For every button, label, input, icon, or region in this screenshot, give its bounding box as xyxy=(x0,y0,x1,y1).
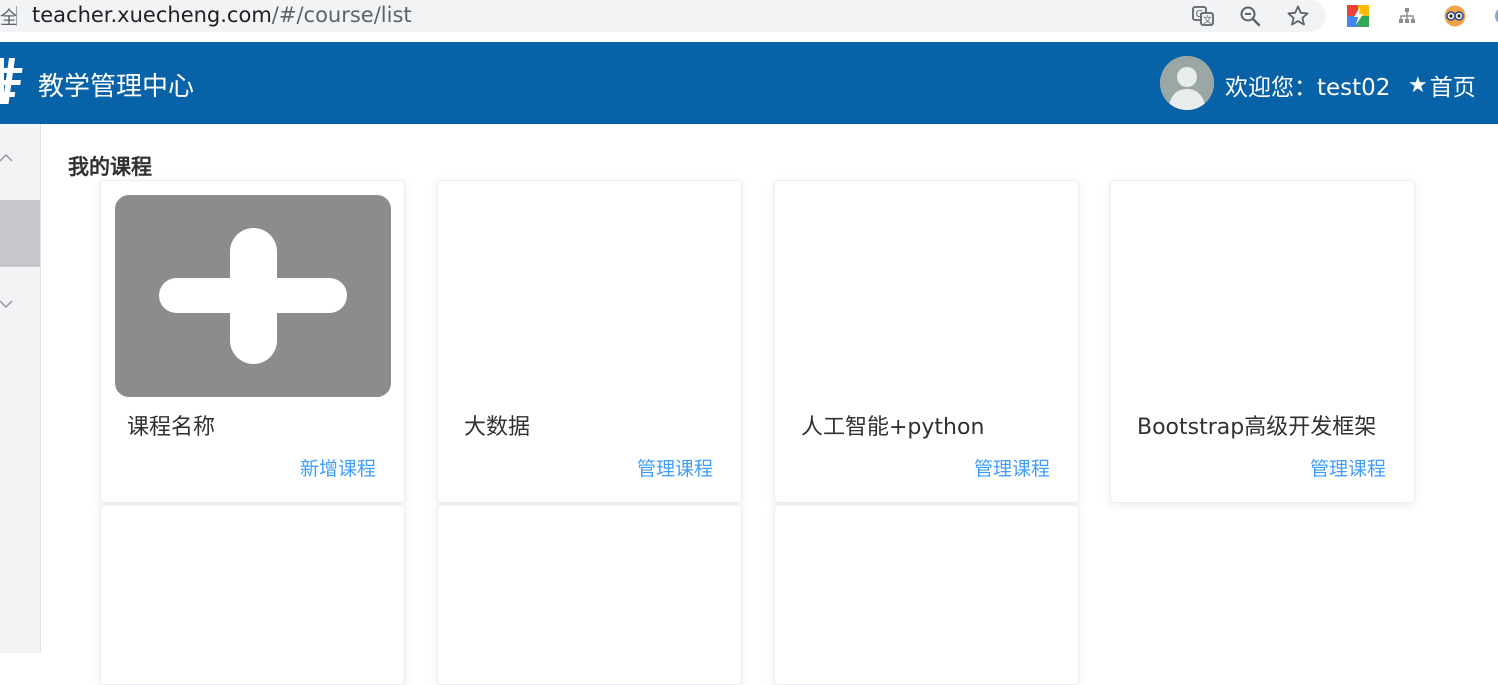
url-path: /#/course/list xyxy=(271,3,412,27)
translate-icon[interactable]: G文 xyxy=(1190,3,1216,29)
welcome-text: 欢迎您：test02 xyxy=(1225,75,1391,101)
logo-icon[interactable] xyxy=(0,58,28,104)
manage-course-link[interactable]: 管理课程 xyxy=(974,454,1050,481)
extension-colorful-icon[interactable] xyxy=(1345,3,1371,29)
profile-avatar-edge-icon[interactable] xyxy=(1486,3,1498,29)
course-card[interactable] xyxy=(437,505,742,685)
add-course-link[interactable]: 新增课程 xyxy=(300,454,376,481)
user-avatar[interactable] xyxy=(1160,56,1214,110)
zoom-out-icon[interactable] xyxy=(1237,3,1263,29)
address-bar[interactable]: 全 teacher.xuecheng.com/#/course/list G文 xyxy=(0,0,1326,32)
course-card[interactable]: 人工智能+python 管理课程 xyxy=(774,180,1079,503)
sidebar xyxy=(0,124,41,653)
url-host: teacher.xuecheng.com xyxy=(32,3,272,27)
course-name: 人工智能+python xyxy=(801,415,985,440)
bookmark-star-icon[interactable] xyxy=(1285,3,1311,29)
sidebar-item-active[interactable] xyxy=(0,200,40,267)
extension-owl-icon[interactable] xyxy=(1442,3,1468,29)
chevron-down-icon[interactable] xyxy=(0,296,16,312)
extension-sitemap-icon[interactable] xyxy=(1394,3,1420,29)
home-link[interactable]: ★ 首页 xyxy=(1408,68,1476,102)
course-name: Bootstrap高级开发框架 xyxy=(1137,415,1377,440)
manage-course-link[interactable]: 管理课程 xyxy=(637,454,713,481)
app-header: 教学管理中心 欢迎您：test02 ★ 首页 xyxy=(0,42,1498,124)
app-title: 教学管理中心 xyxy=(38,72,195,102)
course-card[interactable]: 大数据 管理课程 xyxy=(437,180,742,503)
browser-toolbar: 全 teacher.xuecheng.com/#/course/list G文 xyxy=(0,0,1498,42)
plus-icon[interactable] xyxy=(115,195,391,397)
url-text[interactable]: teacher.xuecheng.com/#/course/list xyxy=(32,3,412,27)
page-title: 我的课程 xyxy=(68,155,152,179)
url-divider xyxy=(16,6,17,26)
course-card[interactable]: Bootstrap高级开发框架 管理课程 xyxy=(1110,180,1415,503)
svg-text:文: 文 xyxy=(1203,14,1212,26)
course-name: 大数据 xyxy=(464,415,531,440)
course-card[interactable] xyxy=(774,505,1079,685)
chevron-up-icon[interactable] xyxy=(0,150,16,166)
course-card[interactable] xyxy=(100,505,405,685)
manage-course-link[interactable]: 管理课程 xyxy=(1310,454,1386,481)
home-label: 首页 xyxy=(1429,75,1476,101)
course-card-add[interactable]: 课程名称 新增课程 xyxy=(100,180,405,503)
course-name: 课程名称 xyxy=(127,415,216,440)
star-icon: ★ xyxy=(1408,72,1428,98)
